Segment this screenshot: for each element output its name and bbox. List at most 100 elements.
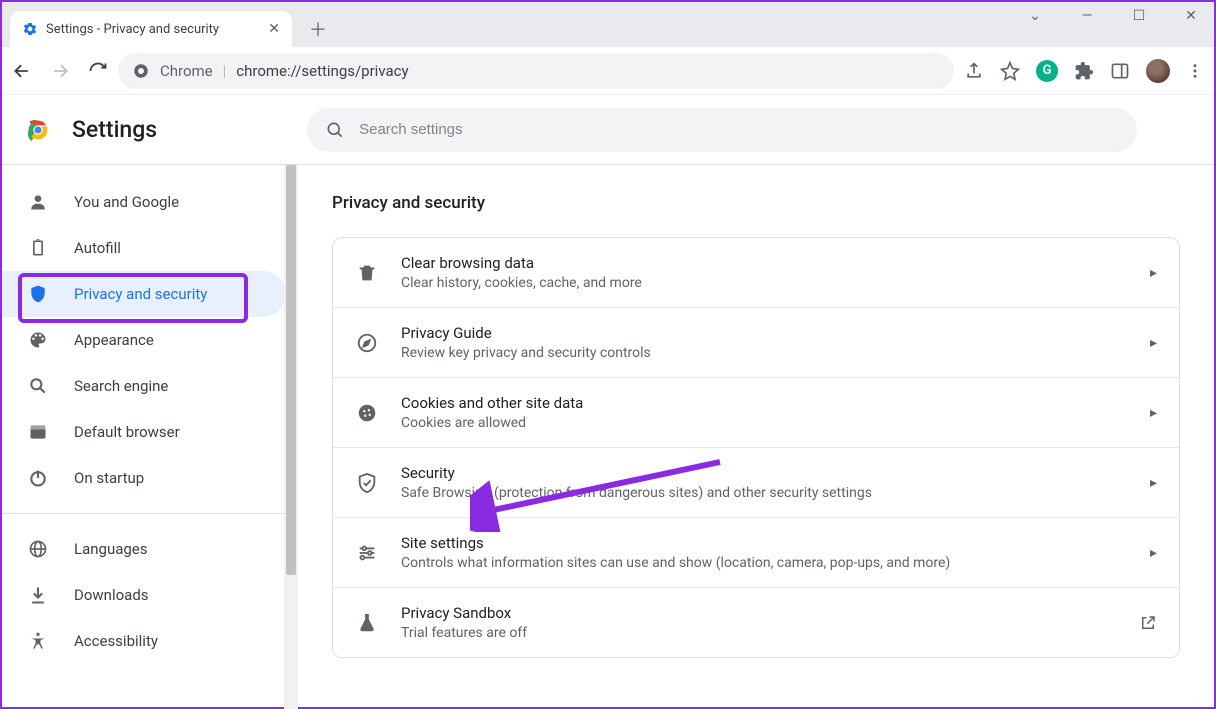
row-subtitle: Controls what information sites can use … [401,555,1150,571]
row-subtitle: Clear history, cookies, cache, and more [401,275,1150,291]
forward-button [50,61,70,81]
row-security[interactable]: Security Safe Browsing (protection from … [333,447,1179,517]
sidebar-item-appearance[interactable]: Appearance [2,317,286,363]
section-title: Privacy and security [332,193,1180,213]
sidebar-item-label: You and Google [74,193,179,211]
shield-check-icon [355,472,379,494]
shield-icon [28,284,50,304]
row-privacy-sandbox[interactable]: Privacy Sandbox Trial features are off [333,587,1179,657]
new-tab-button[interactable]: ＋ [304,15,332,43]
sidebar-item-downloads[interactable]: Downloads [2,572,286,618]
person-icon [28,192,50,212]
sidebar-item-label: Search engine [74,377,168,395]
minimize-icon[interactable]: — [1070,8,1104,24]
settings-header: Settings [2,95,1214,165]
sidebar-item-languages[interactable]: Languages [2,526,286,572]
row-subtitle: Safe Browsing (protection from dangerous… [401,485,1150,501]
sidebar-item-label: Accessibility [74,632,158,650]
browser-icon [28,422,50,442]
sidebar-item-label: Appearance [74,331,154,349]
row-cookies[interactable]: Cookies and other site data Cookies are … [333,377,1179,447]
row-title: Clear browsing data [401,254,1150,272]
row-subtitle: Review key privacy and security controls [401,345,1150,361]
window-titlebar: Settings - Privacy and security ✕ ＋ ⌄ — … [2,2,1214,47]
search-input[interactable] [359,121,1119,138]
chevron-right-icon: ▸ [1150,335,1157,351]
reload-button[interactable] [88,61,108,81]
url-text: chrome://settings/privacy [236,62,408,80]
search-icon [28,376,50,396]
search-settings[interactable] [307,108,1137,152]
scrollbar[interactable] [284,165,298,709]
bookmark-icon[interactable] [1000,61,1020,81]
compass-icon [355,332,379,354]
flask-icon [355,612,379,634]
extensions-icon[interactable] [1074,61,1094,81]
sidebar-item-you-and-google[interactable]: You and Google [2,179,286,225]
row-title: Cookies and other site data [401,394,1150,412]
sidebar-item-label: Autofill [74,239,121,257]
separator: | [223,62,227,80]
row-title: Privacy Sandbox [401,604,1139,622]
close-icon[interactable]: ✕ [268,21,280,37]
address-bar[interactable]: Chrome | chrome://settings/privacy [118,53,954,89]
tab-title: Settings - Privacy and security [46,22,219,37]
sidepanel-icon[interactable] [1110,61,1130,81]
sidebar-item-on-startup[interactable]: On startup [2,455,286,501]
sidebar-item-label: Privacy and security [74,285,207,303]
row-title: Privacy Guide [401,324,1150,342]
settings-card: Clear browsing data Clear history, cooki… [332,237,1180,658]
sliders-icon [355,542,379,564]
back-button[interactable] [12,61,32,81]
sidebar-item-default-browser[interactable]: Default browser [2,409,286,455]
search-icon [325,120,345,140]
share-icon[interactable] [964,61,984,81]
chrome-page-icon [132,62,150,80]
sidebar-divider [2,513,286,514]
gear-icon [22,21,38,37]
grammarly-extension-icon[interactable]: G [1036,60,1058,82]
browser-tab[interactable]: Settings - Privacy and security ✕ [10,11,292,47]
sidebar-item-label: On startup [74,469,144,487]
row-privacy-guide[interactable]: Privacy Guide Review key privacy and sec… [333,307,1179,377]
row-subtitle: Trial features are off [401,625,1139,641]
accessibility-icon [28,631,50,651]
download-icon [28,585,50,605]
page-title: Settings [72,116,157,143]
chevron-down-icon[interactable]: ⌄ [1018,8,1052,24]
palette-icon [28,330,50,350]
row-clear-browsing-data[interactable]: Clear browsing data Clear history, cooki… [333,238,1179,307]
url-scheme-label: Chrome [160,62,213,80]
main-content: Privacy and security Clear browsing data… [298,165,1214,709]
settings-sidebar: You and Google Autofill Privacy and secu… [2,165,286,664]
menu-icon[interactable] [1186,62,1204,80]
sidebar-item-autofill[interactable]: Autofill [2,225,286,271]
sidebar-item-label: Languages [74,540,148,558]
power-icon [28,468,50,488]
sidebar-item-accessibility[interactable]: Accessibility [2,618,286,664]
chevron-right-icon: ▸ [1150,405,1157,421]
cookie-icon [355,402,379,424]
profile-avatar[interactable] [1146,59,1170,83]
window-controls: ⌄ — ☐ ✕ [1018,8,1208,24]
globe-icon [28,539,50,559]
chevron-right-icon: ▸ [1150,475,1157,491]
scroll-thumb[interactable] [286,165,296,575]
sidebar-item-search-engine[interactable]: Search engine [2,363,286,409]
browser-toolbar: Chrome | chrome://settings/privacy G [2,47,1214,95]
sidebar-item-label: Default browser [74,423,180,441]
row-title: Security [401,464,1150,482]
row-subtitle: Cookies are allowed [401,415,1150,431]
chevron-right-icon: ▸ [1150,545,1157,561]
chevron-right-icon: ▸ [1150,265,1157,281]
close-window-icon[interactable]: ✕ [1174,8,1208,24]
sidebar-item-label: Downloads [74,586,149,604]
external-link-icon [1139,614,1157,632]
row-site-settings[interactable]: Site settings Controls what information … [333,517,1179,587]
trash-icon [355,262,379,284]
row-title: Site settings [401,534,1150,552]
maximize-icon[interactable]: ☐ [1122,8,1156,24]
chrome-logo-icon [24,116,52,144]
clipboard-icon [28,238,50,258]
sidebar-item-privacy-security[interactable]: Privacy and security [2,271,286,317]
